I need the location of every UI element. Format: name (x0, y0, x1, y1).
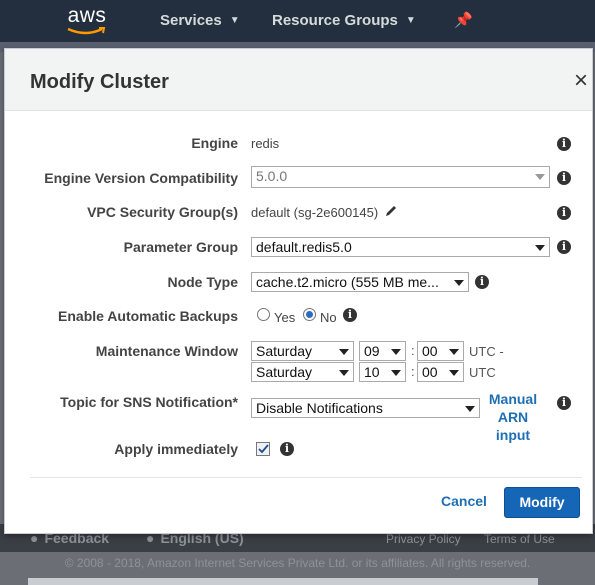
chevron-down-icon (454, 280, 464, 286)
chevron-down-icon (339, 370, 349, 376)
sns-label: Topic for SNS Notification* (60, 394, 238, 410)
engine-label: Engine (191, 135, 238, 151)
dialog-title: Modify Cluster (30, 71, 169, 93)
footer-divider (30, 477, 582, 478)
aws-smile-icon (67, 27, 106, 35)
node-type-value: cache.t2.micro (555 MB me... (256, 274, 439, 290)
dialog-header: Modify Cluster × (5, 49, 592, 111)
sns-select[interactable]: Disable Notifications (251, 398, 480, 418)
maintenance-start-utc: UTC - (469, 344, 504, 359)
info-icon[interactable]: i (475, 275, 489, 289)
modify-button[interactable]: Modify (504, 487, 580, 518)
sns-value: Disable Notifications (256, 400, 383, 416)
aws-logo[interactable]: aws (62, 4, 112, 38)
footer-privacy-link[interactable]: Privacy Policy (386, 532, 461, 546)
copyright: © 2008 - 2018, Amazon Internet Services … (64, 556, 531, 570)
chevron-down-icon (449, 349, 459, 355)
maintenance-start-day-select[interactable]: Saturday (251, 341, 354, 361)
nav-services[interactable]: Services ▼ (160, 12, 240, 29)
info-icon[interactable]: i (280, 442, 294, 456)
chevron-down-icon (339, 349, 349, 355)
maintenance-start-hour-select[interactable]: 09 (359, 341, 406, 361)
chevron-down-icon: ▼ (405, 15, 416, 26)
node-type-select[interactable]: cache.t2.micro (555 MB me... (251, 272, 469, 292)
backups-yes-label: Yes (274, 310, 296, 325)
nav-resource-groups-label: Resource Groups (272, 12, 398, 29)
vpc-value: default (sg-2e600145) (251, 205, 379, 220)
manual-arn-link-line1: Manual (488, 391, 538, 407)
maintenance-end-day: Saturday (256, 364, 313, 380)
aws-logo-text: aws (67, 4, 107, 27)
chevron-down-icon (391, 349, 401, 355)
info-icon[interactable]: i (557, 206, 571, 220)
parameter-group-label: Parameter Group (123, 239, 238, 255)
modify-cluster-dialog: Modify Cluster × Engine redis i Engine V… (4, 48, 593, 534)
maintenance-start-minute-select[interactable]: 00 (417, 341, 464, 361)
time-separator: : (411, 364, 415, 379)
maintenance-end-day-select[interactable]: Saturday (251, 362, 354, 382)
maintenance-end-hour-select[interactable]: 10 (359, 362, 406, 382)
info-icon[interactable]: i (557, 171, 571, 185)
vpc-label: VPC Security Group(s) (87, 204, 238, 220)
close-icon[interactable]: × (574, 69, 588, 93)
time-separator: : (411, 343, 415, 358)
backups-no-label: No (320, 310, 337, 325)
footer-terms-link[interactable]: Terms of Use (484, 532, 555, 546)
bottom-scrollbar (28, 578, 538, 585)
manual-arn-link-line2: ARN input (495, 409, 531, 443)
node-type-label: Node Type (167, 274, 238, 290)
info-icon[interactable]: i (557, 240, 571, 254)
chevron-down-icon: ▼ (229, 15, 240, 26)
engine-version-value: 5.0.0 (256, 168, 288, 184)
info-icon[interactable]: i (557, 396, 571, 410)
chevron-down-icon (535, 174, 545, 180)
info-icon[interactable]: i (343, 308, 357, 322)
chevron-down-icon (465, 406, 475, 412)
chevron-down-icon (391, 370, 401, 376)
backups-no-radio[interactable] (303, 308, 316, 321)
chevron-down-icon (535, 245, 545, 251)
parameter-group-value: default.redis5.0 (256, 239, 352, 255)
engine-version-select[interactable]: 5.0.0 (251, 166, 550, 188)
top-nav: aws Services ▼ Resource Groups ▼ 📌 (0, 0, 595, 42)
manual-arn-input-link[interactable]: Manual ARN input (481, 390, 545, 444)
backups-yes-radio[interactable] (257, 308, 270, 321)
chevron-down-icon (449, 370, 459, 376)
maintenance-label: Maintenance Window (95, 343, 238, 359)
nav-services-label: Services (160, 12, 222, 29)
apply-label: Apply immediately (114, 441, 238, 457)
cancel-button[interactable]: Cancel (441, 493, 487, 509)
engine-version-label: Engine Version Compatibility (44, 170, 238, 186)
maintenance-end-utc: UTC (469, 365, 496, 380)
checkmark-icon (258, 444, 269, 454)
maintenance-end-minute-select[interactable]: 00 (417, 362, 464, 382)
backups-label: Enable Automatic Backups (58, 308, 238, 324)
pin-icon[interactable]: 📌 (454, 11, 473, 29)
apply-immediately-checkbox[interactable] (256, 442, 270, 456)
nav-resource-groups[interactable]: Resource Groups ▼ (272, 12, 416, 29)
info-icon[interactable]: i (557, 137, 571, 151)
parameter-group-select[interactable]: default.redis5.0 (251, 237, 550, 257)
maintenance-start-day: Saturday (256, 343, 313, 359)
engine-value: redis (251, 136, 280, 151)
pencil-icon[interactable] (384, 204, 398, 221)
